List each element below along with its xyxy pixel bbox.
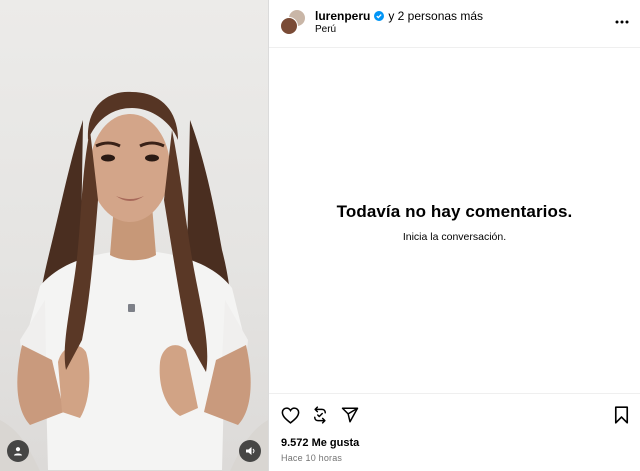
send-icon: [341, 407, 359, 423]
post-media[interactable]: [0, 0, 268, 471]
like-button[interactable]: [280, 405, 300, 425]
author-username[interactable]: lurenperu: [315, 9, 370, 23]
author-avatars[interactable]: [280, 9, 306, 37]
no-comments-subtitle: Inicia la conversación.: [402, 231, 507, 243]
coauthors-link[interactable]: y 2 personas más: [388, 9, 483, 23]
avatar[interactable]: [280, 17, 298, 35]
save-button[interactable]: [611, 405, 631, 425]
share-button[interactable]: [340, 405, 360, 425]
mute-button[interactable]: [239, 440, 261, 462]
like-count[interactable]: 9.572 Me gusta: [281, 437, 359, 449]
heart-icon: [281, 406, 299, 424]
post-actions: 9.572 Me gusta Hace 10 horas: [269, 393, 640, 471]
verified-badge-icon: [374, 11, 385, 21]
post-timestamp[interactable]: Hace 10 horas: [281, 453, 342, 463]
post-modal: lurenperu y 2 personas más Perú Todavía …: [0, 0, 640, 471]
more-options-button[interactable]: [613, 13, 631, 31]
repost-icon: [314, 406, 326, 424]
author-line: lurenperu y 2 personas más: [315, 9, 483, 23]
speaker-icon: [245, 447, 254, 455]
bookmark-icon: [614, 406, 628, 424]
tagged-users-button[interactable]: [7, 440, 29, 462]
post-location[interactable]: Perú: [315, 24, 336, 35]
user-icon: [14, 447, 22, 456]
more-options-icon: [615, 20, 629, 24]
repost-button[interactable]: [310, 405, 330, 425]
media-photo: [0, 91, 268, 471]
post-header: lurenperu y 2 personas más Perú: [269, 0, 640, 48]
comments-panel: lurenperu y 2 personas más Perú Todavía …: [268, 0, 640, 471]
no-comments-title: Todavía no hay comentarios.: [336, 202, 573, 221]
